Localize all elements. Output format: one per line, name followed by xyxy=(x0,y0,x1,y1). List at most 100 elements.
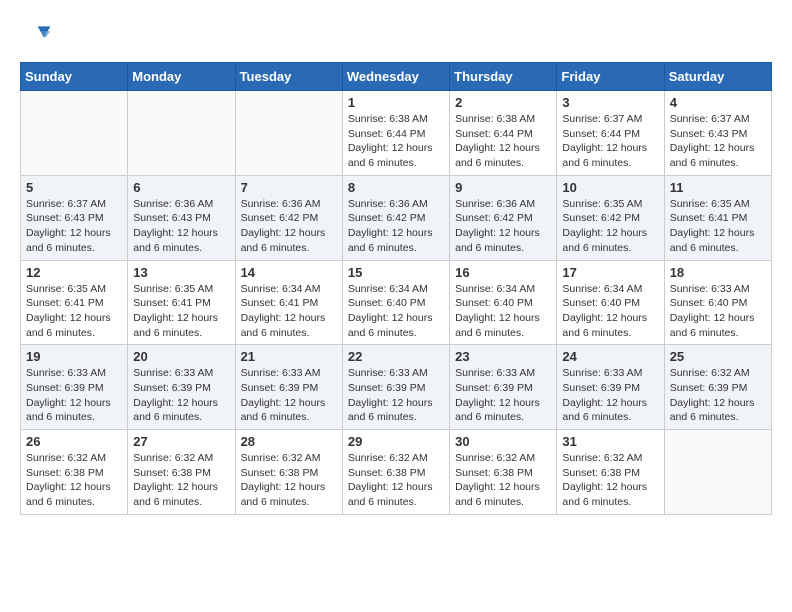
day-number: 21 xyxy=(241,349,337,364)
day-info: Sunrise: 6:34 AM Sunset: 6:41 PM Dayligh… xyxy=(241,282,337,341)
calendar-cell: 31 Sunrise: 6:32 AM Sunset: 6:38 PM Dayli… xyxy=(557,430,664,515)
weekday-header-wednesday: Wednesday xyxy=(342,63,449,91)
calendar-week-row: 1 Sunrise: 6:38 AM Sunset: 6:44 PM Daylig… xyxy=(21,91,772,176)
calendar-cell: 11Sunrise: 6:35 AM Sunset: 6:41 PM Dayli… xyxy=(664,175,771,260)
weekday-header-sunday: Sunday xyxy=(21,63,128,91)
day-number: 10 xyxy=(562,180,658,195)
calendar-cell xyxy=(664,430,771,515)
day-number: 9 xyxy=(455,180,551,195)
day-number: 26 xyxy=(26,434,122,449)
day-info: Sunrise: 6:33 AM Sunset: 6:40 PM Dayligh… xyxy=(670,282,766,341)
day-info: Sunrise: 6:32 AM Sunset: 6:38 PM Dayligh… xyxy=(348,451,444,510)
calendar-cell: 2 Sunrise: 6:38 AM Sunset: 6:44 PM Daylig… xyxy=(450,91,557,176)
day-info: Sunrise: 6:33 AM Sunset: 6:39 PM Dayligh… xyxy=(348,366,444,425)
day-info: Sunrise: 6:32 AM Sunset: 6:39 PM Dayligh… xyxy=(670,366,766,425)
calendar-cell: 23 Sunrise: 6:33 AM Sunset: 6:39 PM Dayli… xyxy=(450,345,557,430)
calendar-cell: 4 Sunrise: 6:37 AM Sunset: 6:43 PM Daylig… xyxy=(664,91,771,176)
day-number: 20 xyxy=(133,349,229,364)
day-number: 12 xyxy=(26,265,122,280)
weekday-header-thursday: Thursday xyxy=(450,63,557,91)
day-number: 31 xyxy=(562,434,658,449)
day-info: Sunrise: 6:38 AM Sunset: 6:44 PM Dayligh… xyxy=(348,112,444,171)
calendar-cell: 8 Sunrise: 6:36 AM Sunset: 6:42 PM Daylig… xyxy=(342,175,449,260)
logo-icon xyxy=(20,20,52,52)
calendar-cell: 29Sunrise: 6:32 AM Sunset: 6:38 PM Dayli… xyxy=(342,430,449,515)
day-number: 28 xyxy=(241,434,337,449)
day-number: 1 xyxy=(348,95,444,110)
calendar-cell: 14 Sunrise: 6:34 AM Sunset: 6:41 PM Dayli… xyxy=(235,260,342,345)
page-header xyxy=(20,20,772,52)
calendar-cell: 20 Sunrise: 6:33 AM Sunset: 6:39 PM Dayli… xyxy=(128,345,235,430)
day-number: 24 xyxy=(562,349,658,364)
calendar-cell: 17 Sunrise: 6:34 AM Sunset: 6:40 PM Dayli… xyxy=(557,260,664,345)
day-number: 19 xyxy=(26,349,122,364)
day-number: 22 xyxy=(348,349,444,364)
day-info: Sunrise: 6:36 AM Sunset: 6:42 PM Dayligh… xyxy=(455,197,551,256)
day-info: Sunrise: 6:35 AM Sunset: 6:42 PM Dayligh… xyxy=(562,197,658,256)
weekday-header-monday: Monday xyxy=(128,63,235,91)
day-info: Sunrise: 6:36 AM Sunset: 6:43 PM Dayligh… xyxy=(133,197,229,256)
calendar-cell: 19 Sunrise: 6:33 AM Sunset: 6:39 PM Dayli… xyxy=(21,345,128,430)
day-info: Sunrise: 6:33 AM Sunset: 6:39 PM Dayligh… xyxy=(562,366,658,425)
logo xyxy=(20,20,56,52)
day-info: Sunrise: 6:34 AM Sunset: 6:40 PM Dayligh… xyxy=(455,282,551,341)
day-info: Sunrise: 6:32 AM Sunset: 6:38 PM Dayligh… xyxy=(241,451,337,510)
day-info: Sunrise: 6:35 AM Sunset: 6:41 PM Dayligh… xyxy=(133,282,229,341)
calendar-week-row: 5 Sunrise: 6:37 AM Sunset: 6:43 PM Daylig… xyxy=(21,175,772,260)
calendar-cell: 3 Sunrise: 6:37 AM Sunset: 6:44 PM Daylig… xyxy=(557,91,664,176)
day-number: 8 xyxy=(348,180,444,195)
day-info: Sunrise: 6:37 AM Sunset: 6:43 PM Dayligh… xyxy=(670,112,766,171)
day-number: 11 xyxy=(670,180,766,195)
calendar-week-row: 19 Sunrise: 6:33 AM Sunset: 6:39 PM Dayli… xyxy=(21,345,772,430)
day-number: 23 xyxy=(455,349,551,364)
day-info: Sunrise: 6:34 AM Sunset: 6:40 PM Dayligh… xyxy=(562,282,658,341)
day-number: 14 xyxy=(241,265,337,280)
day-number: 15 xyxy=(348,265,444,280)
day-number: 4 xyxy=(670,95,766,110)
calendar-cell: 13Sunrise: 6:35 AM Sunset: 6:41 PM Dayli… xyxy=(128,260,235,345)
calendar-week-row: 12 Sunrise: 6:35 AM Sunset: 6:41 PM Dayli… xyxy=(21,260,772,345)
calendar-cell: 5 Sunrise: 6:37 AM Sunset: 6:43 PM Daylig… xyxy=(21,175,128,260)
day-info: Sunrise: 6:33 AM Sunset: 6:39 PM Dayligh… xyxy=(455,366,551,425)
day-info: Sunrise: 6:32 AM Sunset: 6:38 PM Dayligh… xyxy=(26,451,122,510)
day-number: 17 xyxy=(562,265,658,280)
calendar-cell xyxy=(128,91,235,176)
weekday-header-friday: Friday xyxy=(557,63,664,91)
day-info: Sunrise: 6:32 AM Sunset: 6:38 PM Dayligh… xyxy=(562,451,658,510)
calendar-cell: 9 Sunrise: 6:36 AM Sunset: 6:42 PM Daylig… xyxy=(450,175,557,260)
day-number: 30 xyxy=(455,434,551,449)
calendar-cell: 28 Sunrise: 6:32 AM Sunset: 6:38 PM Dayli… xyxy=(235,430,342,515)
calendar-week-row: 26 Sunrise: 6:32 AM Sunset: 6:38 PM Dayli… xyxy=(21,430,772,515)
day-info: Sunrise: 6:35 AM Sunset: 6:41 PM Dayligh… xyxy=(26,282,122,341)
calendar-cell: 12 Sunrise: 6:35 AM Sunset: 6:41 PM Dayli… xyxy=(21,260,128,345)
day-info: Sunrise: 6:37 AM Sunset: 6:44 PM Dayligh… xyxy=(562,112,658,171)
weekday-header-row: SundayMondayTuesdayWednesdayThursdayFrid… xyxy=(21,63,772,91)
day-number: 2 xyxy=(455,95,551,110)
calendar-cell: 10 Sunrise: 6:35 AM Sunset: 6:42 PM Dayli… xyxy=(557,175,664,260)
day-info: Sunrise: 6:36 AM Sunset: 6:42 PM Dayligh… xyxy=(348,197,444,256)
day-info: Sunrise: 6:33 AM Sunset: 6:39 PM Dayligh… xyxy=(133,366,229,425)
day-number: 5 xyxy=(26,180,122,195)
day-number: 27 xyxy=(133,434,229,449)
day-number: 3 xyxy=(562,95,658,110)
calendar-cell: 24 Sunrise: 6:33 AM Sunset: 6:39 PM Dayli… xyxy=(557,345,664,430)
day-info: Sunrise: 6:33 AM Sunset: 6:39 PM Dayligh… xyxy=(26,366,122,425)
calendar-cell: 15Sunrise: 6:34 AM Sunset: 6:40 PM Dayli… xyxy=(342,260,449,345)
calendar-cell xyxy=(235,91,342,176)
calendar-cell xyxy=(21,91,128,176)
calendar-cell: 16 Sunrise: 6:34 AM Sunset: 6:40 PM Dayli… xyxy=(450,260,557,345)
day-info: Sunrise: 6:38 AM Sunset: 6:44 PM Dayligh… xyxy=(455,112,551,171)
calendar-cell: 27 Sunrise: 6:32 AM Sunset: 6:38 PM Dayli… xyxy=(128,430,235,515)
calendar-cell: 26 Sunrise: 6:32 AM Sunset: 6:38 PM Dayli… xyxy=(21,430,128,515)
calendar-cell: 6 Sunrise: 6:36 AM Sunset: 6:43 PM Daylig… xyxy=(128,175,235,260)
day-info: Sunrise: 6:32 AM Sunset: 6:38 PM Dayligh… xyxy=(455,451,551,510)
day-info: Sunrise: 6:37 AM Sunset: 6:43 PM Dayligh… xyxy=(26,197,122,256)
calendar-cell: 18Sunrise: 6:33 AM Sunset: 6:40 PM Dayli… xyxy=(664,260,771,345)
day-info: Sunrise: 6:32 AM Sunset: 6:38 PM Dayligh… xyxy=(133,451,229,510)
day-number: 25 xyxy=(670,349,766,364)
calendar-cell: 22 Sunrise: 6:33 AM Sunset: 6:39 PM Dayli… xyxy=(342,345,449,430)
day-number: 6 xyxy=(133,180,229,195)
calendar-cell: 1 Sunrise: 6:38 AM Sunset: 6:44 PM Daylig… xyxy=(342,91,449,176)
calendar-cell: 21Sunrise: 6:33 AM Sunset: 6:39 PM Dayli… xyxy=(235,345,342,430)
day-number: 16 xyxy=(455,265,551,280)
